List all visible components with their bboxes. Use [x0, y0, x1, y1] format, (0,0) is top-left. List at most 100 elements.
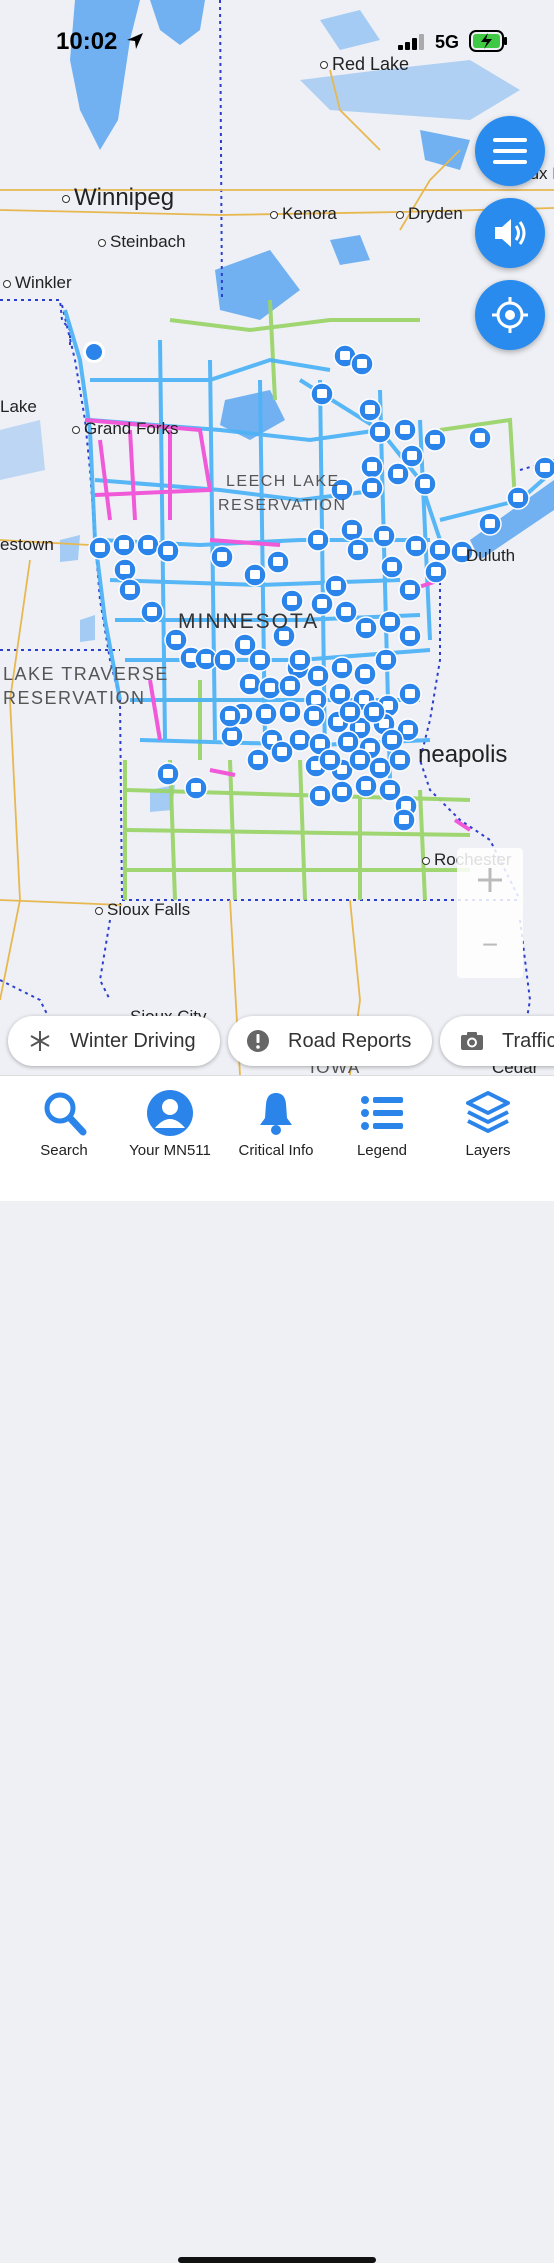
- zoom-control: −: [457, 848, 523, 978]
- chip-winter-driving[interactable]: Winter Driving: [8, 1016, 220, 1066]
- snowplow-marker[interactable]: [393, 418, 417, 442]
- place-sioux-falls: Sioux Falls: [95, 900, 190, 920]
- place-lake-traverse-reservation: RESERVATION: [3, 688, 146, 708]
- snowplow-marker[interactable]: [280, 589, 304, 613]
- tab-legend[interactable]: Legend: [327, 1088, 437, 1159]
- tab-your-mn511[interactable]: Your MN511: [115, 1088, 225, 1159]
- snowplow-marker[interactable]: [338, 700, 362, 724]
- snowplow-marker[interactable]: [156, 539, 180, 563]
- menu-button[interactable]: [475, 116, 545, 186]
- locate-button[interactable]: [475, 280, 545, 350]
- snowplow-marker[interactable]: [386, 462, 410, 486]
- snowplow-marker[interactable]: [220, 724, 244, 748]
- snowplow-marker[interactable]: [112, 533, 136, 557]
- snowplow-marker[interactable]: [288, 648, 312, 672]
- snowplow-marker[interactable]: [350, 352, 374, 376]
- snowplow-marker[interactable]: [213, 648, 237, 672]
- snowplow-marker[interactable]: [362, 700, 386, 724]
- snowplow-marker[interactable]: [353, 662, 377, 686]
- snowplow-marker[interactable]: [278, 700, 302, 724]
- snowplow-marker[interactable]: [398, 682, 422, 706]
- tab-label: Legend: [356, 1142, 408, 1159]
- snowplow-marker[interactable]: [218, 704, 242, 728]
- snowplow-marker[interactable]: [88, 536, 112, 560]
- snowplow-marker[interactable]: [398, 578, 422, 602]
- snowplow-marker[interactable]: [156, 762, 180, 786]
- snowplow-marker[interactable]: [113, 558, 137, 582]
- snowplow-marker[interactable]: [374, 648, 398, 672]
- tab-label: Critical Info: [238, 1142, 314, 1159]
- snowplow-marker[interactable]: [388, 748, 412, 772]
- zoom-in-button[interactable]: [457, 848, 523, 908]
- snowplow-marker[interactable]: [378, 610, 402, 634]
- snowplow-marker[interactable]: [354, 616, 378, 640]
- snowplow-marker[interactable]: [330, 780, 354, 804]
- snowplow-marker[interactable]: [380, 728, 404, 752]
- snowplow-marker[interactable]: [306, 528, 330, 552]
- snowplow-marker[interactable]: [184, 776, 208, 800]
- zoom-out-button[interactable]: −: [457, 920, 523, 978]
- snowplow-marker[interactable]: [254, 702, 278, 726]
- snowplow-marker[interactable]: [404, 534, 428, 558]
- snowplow-marker[interactable]: [318, 748, 342, 772]
- snowplow-marker[interactable]: [340, 518, 364, 542]
- battery-charging-icon: [469, 30, 507, 52]
- snowplow-marker[interactable]: [302, 704, 326, 728]
- user-icon: [147, 1090, 193, 1136]
- tab-label: Search: [40, 1142, 88, 1159]
- snowplow-marker[interactable]: [424, 560, 448, 584]
- snowplow-marker[interactable]: [380, 555, 404, 579]
- snowplow-marker[interactable]: [506, 486, 530, 510]
- snowplow-marker[interactable]: [392, 808, 416, 832]
- snowplow-marker[interactable]: [468, 426, 492, 450]
- location-arrow-icon: [127, 33, 143, 49]
- tab-layers[interactable]: Layers: [433, 1088, 543, 1159]
- tab-critical-info[interactable]: Critical Info: [221, 1088, 331, 1159]
- snowplow-marker[interactable]: [308, 784, 332, 808]
- snowplow-marker[interactable]: [270, 740, 294, 764]
- snowplow-marker[interactable]: [118, 578, 142, 602]
- snowplow-marker[interactable]: [324, 574, 348, 598]
- snowplow-marker[interactable]: [368, 420, 392, 444]
- place-dryden: Dryden: [396, 204, 463, 224]
- snowplow-marker[interactable]: [330, 656, 354, 680]
- snowplow-marker[interactable]: [423, 428, 447, 452]
- place-minneapolis: neapolis: [418, 741, 508, 768]
- snowplow-marker[interactable]: [238, 672, 262, 696]
- snowplow-marker[interactable]: [140, 600, 164, 624]
- place-duluth: Duluth: [466, 546, 516, 565]
- chip-road-reports[interactable]: Road Reports: [228, 1016, 432, 1066]
- snowplow-marker[interactable]: [348, 748, 372, 772]
- snowplow-marker[interactable]: [266, 550, 290, 574]
- snowplow-marker[interactable]: [310, 382, 334, 406]
- snowplow-marker[interactable]: [360, 455, 384, 479]
- alert-icon: [247, 1030, 269, 1052]
- snowplow-marker[interactable]: [360, 476, 384, 500]
- snowplow-marker[interactable]: [346, 538, 370, 562]
- snowplow-marker[interactable]: [210, 545, 234, 569]
- snowplow-marker[interactable]: [334, 600, 358, 624]
- chip-label: Traffic: [502, 1029, 554, 1052]
- snowplow-marker[interactable]: [533, 456, 554, 480]
- snowplow-marker[interactable]: [358, 398, 382, 422]
- place-minnesota: MINNESOTA: [178, 610, 320, 633]
- sound-button[interactable]: [475, 198, 545, 268]
- map-view[interactable]: Red Lake Winnipeg Kenora Dryden Steinbac…: [0, 0, 554, 1075]
- snowplow-marker[interactable]: [400, 444, 424, 468]
- snowplow-marker[interactable]: [243, 563, 267, 587]
- snowplow-marker[interactable]: [368, 756, 392, 780]
- snowplow-marker[interactable]: [278, 674, 302, 698]
- snowplow-marker[interactable]: [246, 748, 270, 772]
- snowplow-marker[interactable]: [398, 624, 422, 648]
- chip-traffic[interactable]: Traffic: [440, 1016, 554, 1066]
- snowplow-marker[interactable]: [413, 472, 437, 496]
- snowplow-marker[interactable]: [428, 538, 452, 562]
- snowplow-marker[interactable]: [136, 533, 160, 557]
- snowplow-marker[interactable]: [248, 648, 272, 672]
- snowplow-marker[interactable]: [372, 524, 396, 548]
- snowplow-marker[interactable]: [478, 512, 502, 536]
- snowplow-marker[interactable]: [354, 774, 378, 798]
- snowplow-marker[interactable]: [306, 664, 330, 688]
- tab-search[interactable]: Search: [9, 1088, 119, 1159]
- snowplow-marker[interactable]: [258, 676, 282, 700]
